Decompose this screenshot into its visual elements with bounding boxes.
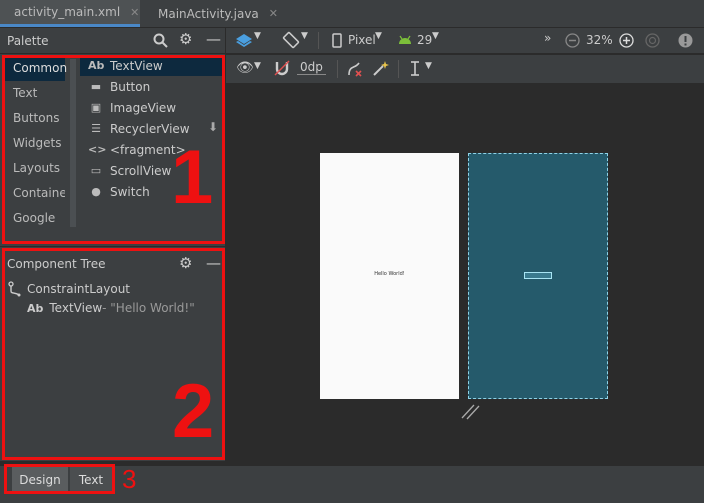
layers-icon[interactable]	[235, 33, 253, 48]
constraint-toolbar: 👁 ▼ 0dp ▼	[226, 54, 704, 83]
default-margin-field[interactable]: 0dp	[297, 60, 326, 75]
device-selector[interactable]: Pixel	[348, 33, 376, 47]
close-icon[interactable]: ✕	[130, 6, 139, 19]
toolbar-divider	[337, 60, 338, 78]
zoom-in-icon[interactable]	[619, 33, 634, 48]
chevron-down-icon[interactable]: ▼	[425, 61, 432, 71]
design-surface[interactable]: Hello World!	[320, 153, 459, 399]
chevron-down-icon[interactable]: ▼	[301, 31, 308, 41]
toolbar-divider	[398, 60, 399, 78]
close-icon[interactable]: ✕	[269, 7, 278, 20]
annotation-number-1: 1	[171, 135, 214, 220]
toolbar-divider	[318, 32, 319, 49]
annotation-number-2: 2	[172, 369, 215, 454]
design-toolbar: ▼ ▼ Pixel ▼ 29 ▼ » 32%	[226, 28, 704, 53]
android-icon	[399, 35, 411, 44]
clear-constraints-icon[interactable]	[346, 60, 363, 77]
resize-handle-icon[interactable]	[460, 402, 480, 420]
palette-title: Palette	[7, 33, 49, 48]
gear-icon[interactable]: ⚙	[179, 30, 192, 48]
device-icon	[332, 33, 342, 48]
more-actions-icon[interactable]: »	[544, 31, 551, 45]
api-level-selector[interactable]: 29	[417, 33, 432, 47]
annotation-number-3: 3	[122, 464, 137, 494]
chevron-down-icon[interactable]: ▼	[432, 31, 439, 41]
warning-icon[interactable]	[678, 33, 693, 48]
chevron-down-icon[interactable]: ▼	[375, 31, 382, 41]
chevron-down-icon[interactable]: ▼	[254, 61, 261, 71]
palette-header: Palette ⚙ —	[0, 28, 225, 53]
hello-world-textview[interactable]: Hello World!	[320, 271, 459, 277]
infer-constraints-wand-icon[interactable]	[372, 60, 389, 77]
zoom-fit-icon[interactable]	[645, 33, 660, 48]
tab-label: MainActivity.java	[158, 6, 259, 21]
eye-icon[interactable]: 👁	[236, 60, 254, 76]
chevron-down-icon[interactable]: ▼	[254, 31, 261, 41]
tab-label: activity_main.xml	[14, 5, 121, 19]
autoconnect-magnet-icon[interactable]	[274, 60, 290, 76]
guidelines-icon[interactable]	[409, 60, 421, 77]
zoom-out-icon[interactable]	[565, 33, 580, 48]
zoom-level: 32%	[586, 33, 613, 47]
tab-activity-main-xml[interactable]: activity_main.xml ✕	[0, 0, 140, 27]
annotation-box-3	[4, 464, 115, 494]
minimize-icon[interactable]: —	[206, 30, 221, 48]
blueprint-textview-box[interactable]	[524, 272, 552, 279]
tab-main-activity-java[interactable]: C MainActivity.java ✕	[144, 0, 282, 27]
blueprint-surface[interactable]	[468, 153, 608, 399]
search-icon[interactable]	[153, 33, 168, 48]
orientation-icon[interactable]	[282, 31, 300, 49]
